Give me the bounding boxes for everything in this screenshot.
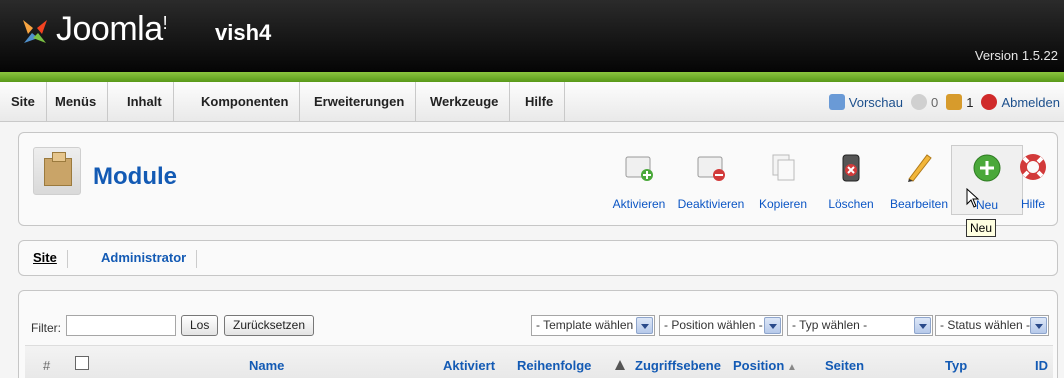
pencil-icon — [908, 154, 932, 182]
module-list: Filter: Los Zurücksetzen - Template wähl… — [18, 290, 1058, 378]
header: Joomla! vish4 Version 1.5.22 — [0, 0, 1064, 72]
main-menu: Site Menüs Inhalt Komponenten Erweiterun… — [0, 82, 1064, 122]
menu-content[interactable]: Inhalt — [116, 82, 174, 122]
column-access[interactable]: Zugriffsebene — [635, 358, 721, 373]
column-order[interactable]: Reihenfolge — [517, 358, 591, 373]
version-label: Version 1.5.22 — [974, 48, 1058, 63]
filter-go-button[interactable]: Los — [181, 315, 219, 336]
column-id[interactable]: ID — [1035, 358, 1048, 373]
page-title: Module — [93, 163, 177, 190]
filter-reset-button[interactable]: Zurücksetzen — [224, 315, 315, 336]
menu-menus[interactable]: Menüs — [44, 82, 109, 122]
users-icon — [946, 94, 963, 110]
menu-extensions[interactable]: Erweiterungen — [303, 82, 417, 122]
mail-icon — [910, 94, 927, 110]
chevron-down-icon — [636, 317, 653, 334]
copy-button[interactable]: Kopieren — [747, 145, 819, 215]
preview-icon — [828, 94, 845, 110]
table-header: # Name Aktiviert Reihenfolge Zugriffsebe… — [25, 345, 1053, 378]
submenu-bar: Site Administrator — [18, 240, 1058, 276]
column-number: # — [43, 358, 51, 373]
column-type[interactable]: Typ — [945, 358, 967, 373]
mouse-cursor-icon — [966, 188, 980, 208]
chevron-down-icon — [1030, 317, 1047, 334]
save-order-icon[interactable] — [613, 358, 627, 372]
deactivate-icon — [697, 156, 725, 181]
trash-icon — [842, 154, 860, 182]
site-name: vish4 — [215, 20, 272, 45]
status-select[interactable]: - Status wählen - — [935, 315, 1049, 336]
deactivate-button[interactable]: Deaktivieren — [675, 145, 747, 215]
lifebuoy-icon — [1020, 154, 1046, 180]
copy-icon — [772, 154, 795, 181]
menu-components[interactable]: Komponenten — [190, 82, 301, 122]
tooltip: Neu — [966, 219, 997, 237]
filter-input[interactable] — [66, 315, 176, 336]
column-name[interactable]: Name — [249, 358, 284, 373]
help-button[interactable]: Hilfe — [1007, 145, 1059, 215]
menu-help[interactable]: Hilfe — [514, 82, 566, 122]
sort-asc-icon: ▲ — [784, 362, 797, 373]
joomla-logo-icon — [18, 14, 52, 48]
chevron-down-icon — [914, 317, 931, 334]
module-manager-icon — [33, 147, 81, 195]
logout-link[interactable]: Abmelden — [981, 94, 1060, 110]
submenu-site[interactable]: Site — [23, 250, 68, 268]
filter-label: Filter: — [31, 321, 61, 335]
column-pages[interactable]: Seiten — [825, 358, 864, 373]
menu-status: Vorschau 0 1 Abmelden — [828, 82, 1060, 122]
template-select[interactable]: - Template wählen - — [531, 315, 655, 336]
preview-link[interactable]: Vorschau — [828, 94, 903, 110]
column-position[interactable]: Position ▲ — [733, 358, 797, 373]
position-select[interactable]: - Position wählen - — [659, 315, 783, 336]
menu-tools[interactable]: Werkzeuge — [419, 82, 511, 122]
edit-button[interactable]: Bearbeiten — [883, 145, 955, 215]
menu-site[interactable]: Site — [0, 82, 47, 122]
column-enabled[interactable]: Aktiviert — [443, 358, 495, 373]
submenu-administrator[interactable]: Administrator — [91, 250, 198, 268]
users-online[interactable]: 1 — [946, 94, 973, 110]
activate-icon — [625, 156, 653, 181]
chevron-down-icon — [764, 317, 781, 334]
messages-link[interactable]: 0 — [910, 94, 938, 110]
add-icon — [973, 154, 1001, 182]
green-divider — [0, 72, 1064, 82]
type-select[interactable]: - Typ wählen - — [787, 315, 933, 336]
logo-text: Joomla! — [56, 10, 168, 48]
logout-icon — [981, 94, 998, 110]
activate-button[interactable]: Aktivieren — [603, 145, 675, 215]
toolbar-panel: Module Aktivieren Deaktivieren Kopieren … — [18, 132, 1058, 226]
delete-button[interactable]: Löschen — [815, 145, 887, 215]
select-all-checkbox[interactable] — [75, 356, 89, 370]
